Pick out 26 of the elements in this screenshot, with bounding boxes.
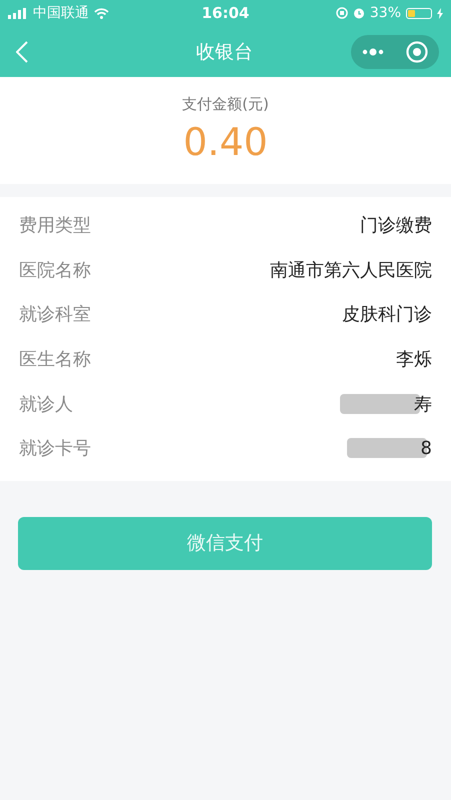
alarm-icon <box>352 7 365 19</box>
signal-icon <box>8 8 28 18</box>
field-label: 就诊科室 <box>19 303 91 326</box>
battery-icon <box>406 8 432 18</box>
more-icon[interactable] <box>362 48 384 56</box>
field-value: 李烁 <box>396 348 432 372</box>
field-label: 医生名称 <box>19 348 91 372</box>
field-value: 寿 <box>414 392 432 416</box>
clock-time: 16:04 <box>202 4 250 22</box>
field-label: 就诊人 <box>19 392 73 416</box>
amount-value: 0.40 <box>183 120 268 164</box>
field-label: 费用类型 <box>19 214 91 238</box>
field-value: 南通市第六人民医院 <box>270 258 432 282</box>
field-label: 医院名称 <box>19 258 91 282</box>
field-value: 门诊缴费 <box>360 214 432 238</box>
wifi-icon <box>94 8 109 18</box>
back-icon[interactable] <box>16 40 28 62</box>
field-label: 就诊卡号 <box>19 437 91 460</box>
page-title: 收银台 <box>195 40 254 64</box>
amount-label: 支付金额(元) <box>182 95 269 114</box>
battery-percent: 33% <box>370 5 401 21</box>
field-value: 皮肤科门诊 <box>342 303 432 326</box>
field-value: 8 <box>420 438 432 459</box>
charging-icon <box>437 8 443 18</box>
pay-button[interactable]: 微信支付 <box>18 516 432 570</box>
carrier-name: 中国联通 <box>33 4 89 22</box>
